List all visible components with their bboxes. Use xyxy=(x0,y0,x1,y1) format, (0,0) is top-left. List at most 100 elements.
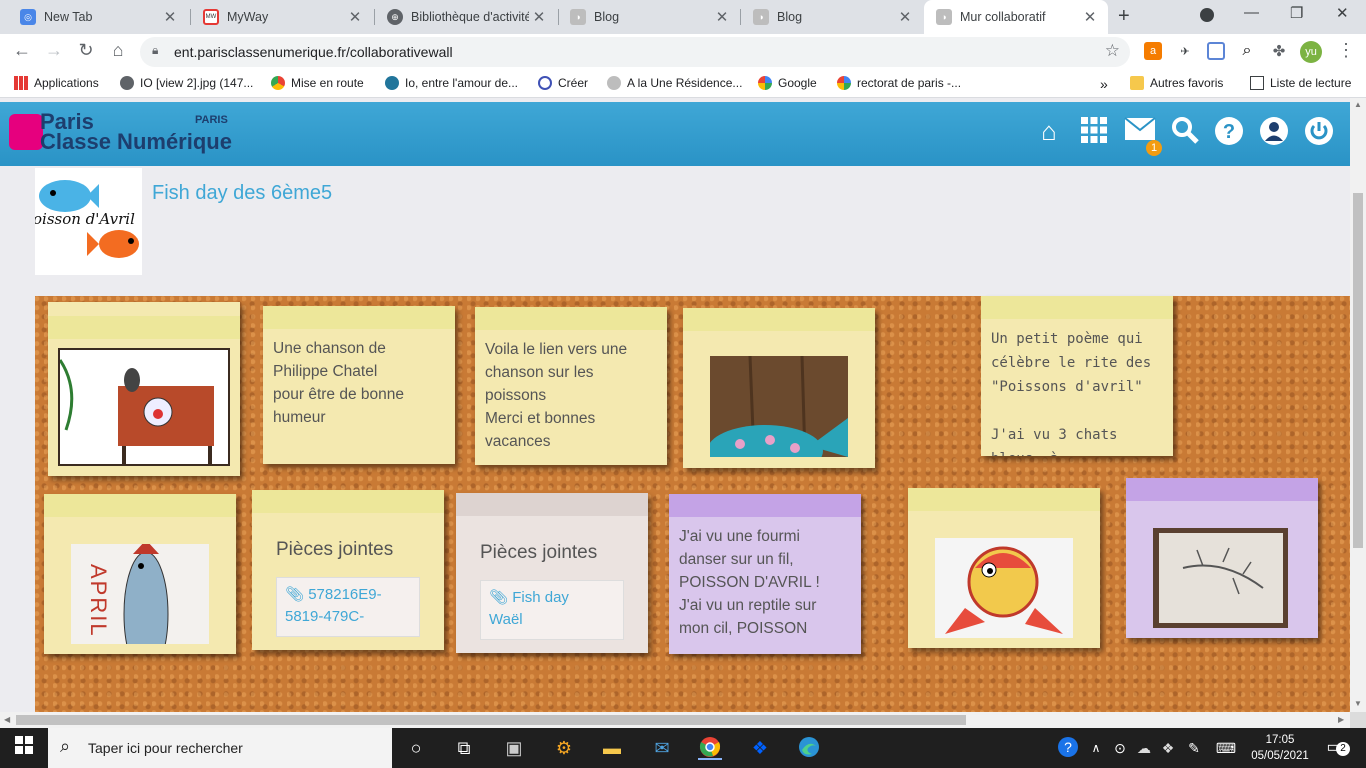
store-icon[interactable]: ▣ xyxy=(502,736,526,760)
tab-bibliotheque[interactable]: ⊕ Bibliothèque d'activité ✕ xyxy=(375,0,557,34)
search-icon[interactable] xyxy=(1170,116,1200,146)
help-icon[interactable]: ? xyxy=(1214,116,1244,146)
mail-app-icon[interactable]: ✉ xyxy=(650,736,674,760)
new-tab-plus-icon[interactable]: + xyxy=(1118,5,1130,28)
bookmark-rectorat[interactable]: rectorat de paris -... xyxy=(837,76,961,90)
task-view-icon[interactable]: ⧉ xyxy=(452,736,476,760)
tab-mur-collaboratif[interactable]: ◑ Mur collaboratif ✕ xyxy=(924,0,1108,34)
attachment-link[interactable]: 📎︎ Fish day Waël xyxy=(480,580,624,640)
bookmark-star-icon[interactable]: ☆ xyxy=(1105,41,1120,61)
thumbnail-text: oisson d'Avril xyxy=(35,210,135,228)
close-tab-icon[interactable]: ✕ xyxy=(160,8,180,26)
note-image-orange-fish[interactable] xyxy=(908,488,1100,648)
extensions-puzzle-icon[interactable]: ✤ xyxy=(1270,42,1288,60)
note-image-april-fish[interactable]: APRIL xyxy=(44,494,236,654)
note-chanson-chatel[interactable]: Une chanson de Philippe Chatel pour être… xyxy=(263,306,455,464)
note-image-lizard[interactable] xyxy=(1126,478,1318,638)
note-pieces-jointes-1[interactable]: Pièces jointes 📎︎ 578216E9- 5819-479C- xyxy=(252,490,444,650)
home-icon[interactable]: ⌂ xyxy=(1034,116,1064,146)
tab-title: New Tab xyxy=(44,10,93,24)
taskbar-search-box[interactable]: ⌕ Taper ici pour rechercher xyxy=(48,728,392,768)
note-petit-poeme[interactable]: Un petit poème qui célèbre le rite des "… xyxy=(981,296,1173,456)
cortana-icon[interactable]: ○ xyxy=(404,736,428,760)
settings-gear-icon[interactable]: ⚙ xyxy=(552,736,576,760)
help-tray-icon[interactable]: ? xyxy=(1056,736,1080,760)
note-pieces-jointes-2[interactable]: Pièces jointes 📎︎ Fish day Waël xyxy=(456,493,648,653)
vertical-scrollbar[interactable]: ▲ ▼ xyxy=(1350,98,1366,712)
close-tab-icon[interactable]: ✕ xyxy=(529,8,549,26)
tray-app-icon[interactable]: ⊙ xyxy=(1108,736,1132,760)
bookmark-autres-favoris[interactable]: Autres favoris xyxy=(1130,76,1223,90)
note-image-cat[interactable] xyxy=(48,302,240,476)
back-icon[interactable]: ← xyxy=(10,40,34,61)
wall-title[interactable]: Fish day des 6ème5 xyxy=(152,182,332,205)
reload-icon[interactable]: ↻ xyxy=(74,40,98,61)
horizontal-scrollbar[interactable]: ◀ ▶ xyxy=(0,712,1350,728)
close-tab-icon[interactable]: ✕ xyxy=(345,8,365,26)
dropbox-tray-icon[interactable]: ❖ xyxy=(1156,736,1180,760)
user-icon[interactable] xyxy=(1259,116,1289,146)
creer-icon xyxy=(538,76,552,90)
dropbox-icon[interactable]: ❖ xyxy=(748,736,772,760)
note-band xyxy=(456,493,648,516)
bookmark-applications[interactable]: Applications xyxy=(14,76,99,90)
edge-icon[interactable] xyxy=(797,736,821,760)
note-lien-chanson[interactable]: Voila le lien vers une chanson sur les p… xyxy=(475,307,667,465)
address-bar[interactable]: 🔒︎ ent.parisclassenumerique.fr/collabora… xyxy=(140,37,1130,67)
chrome-taskbar-icon[interactable] xyxy=(698,736,722,760)
home-browser-icon[interactable]: ⌂ xyxy=(106,40,130,61)
restore-icon[interactable]: ❐ xyxy=(1290,4,1303,22)
bookmark-io-amour[interactable]: Io, entre l'amour de... xyxy=(385,76,518,90)
bookmark-io-view[interactable]: IO [view 2].jpg (147... xyxy=(120,76,253,90)
file-explorer-icon[interactable]: ▬ xyxy=(600,736,624,760)
paperclip-icon: 📎︎ xyxy=(285,586,309,603)
tab-blog-2[interactable]: ◑ Blog ✕ xyxy=(741,0,923,34)
pen-icon[interactable]: ✎ xyxy=(1182,736,1206,760)
zoom-icon[interactable]: ⌕ xyxy=(1238,42,1256,60)
bookmark-google[interactable]: Google xyxy=(758,76,817,90)
google-icon xyxy=(837,76,851,90)
close-tab-icon[interactable]: ✕ xyxy=(712,8,732,26)
tray-expand-icon[interactable]: ∧ xyxy=(1084,736,1108,760)
keyboard-icon[interactable]: ⌨ xyxy=(1214,736,1238,760)
lock-icon: 🔒︎ xyxy=(152,43,159,57)
tab-myway[interactable]: MW MyWay ✕ xyxy=(191,0,373,34)
bookmark-mise-en-route[interactable]: Mise en route xyxy=(271,76,364,90)
extension-box-icon[interactable] xyxy=(1207,42,1225,60)
bookmark-liste-de-lecture[interactable]: Liste de lecture xyxy=(1250,76,1351,90)
more-bookmarks-icon[interactable]: » xyxy=(1100,76,1108,92)
vertical-scroll-thumb[interactable] xyxy=(1353,193,1363,548)
tab-search-icon[interactable] xyxy=(1200,8,1214,22)
apps-grid-icon[interactable] xyxy=(1079,116,1109,146)
scroll-left-icon[interactable]: ◀ xyxy=(4,715,10,724)
close-tab-icon[interactable]: ✕ xyxy=(895,8,915,26)
scroll-down-icon[interactable]: ▼ xyxy=(1354,699,1362,708)
note-image xyxy=(1153,528,1288,628)
bookmark-creer[interactable]: Créer xyxy=(538,76,588,90)
close-window-icon[interactable]: ✕ xyxy=(1336,4,1349,22)
attachments-title: Pièces jointes xyxy=(276,539,394,560)
menu-kebab-icon[interactable]: ⋮ xyxy=(1334,40,1358,61)
horizontal-scroll-thumb[interactable] xyxy=(16,715,966,725)
note-image-fish-vase[interactable] xyxy=(683,308,875,468)
attachment-link[interactable]: 📎︎ 578216E9- 5819-479C- xyxy=(276,577,420,637)
power-icon[interactable] xyxy=(1304,116,1334,146)
scroll-right-icon[interactable]: ▶ xyxy=(1338,715,1344,724)
extension-plane-icon[interactable]: ✈ xyxy=(1176,42,1194,60)
wall-thumbnail: oisson d'Avril xyxy=(35,168,142,275)
system-clock[interactable]: 17:05 05/05/2021 xyxy=(1250,732,1310,764)
scroll-up-icon[interactable]: ▲ xyxy=(1354,100,1362,109)
note-fourmi-poeme[interactable]: J'ai vu une fourmi danser sur un fil, PO… xyxy=(669,494,861,654)
bookmark-residence[interactable]: A la Une Résidence... xyxy=(607,76,742,90)
folder-icon xyxy=(1130,76,1144,90)
windows-start-icon[interactable] xyxy=(12,736,36,760)
cloud-error-icon[interactable]: ☁ xyxy=(1132,736,1156,760)
profile-avatar[interactable]: yu xyxy=(1300,41,1322,63)
tab-blog-1[interactable]: ◑ Blog ✕ xyxy=(558,0,740,34)
extension-shopping-icon[interactable]: a xyxy=(1144,42,1162,60)
minimize-icon[interactable]: — xyxy=(1244,4,1259,21)
note-band xyxy=(44,494,236,517)
tab-new-tab[interactable]: ◎ New Tab ✕ xyxy=(8,0,188,34)
forward-icon[interactable]: → xyxy=(42,40,66,61)
close-tab-icon[interactable]: ✕ xyxy=(1080,8,1100,26)
